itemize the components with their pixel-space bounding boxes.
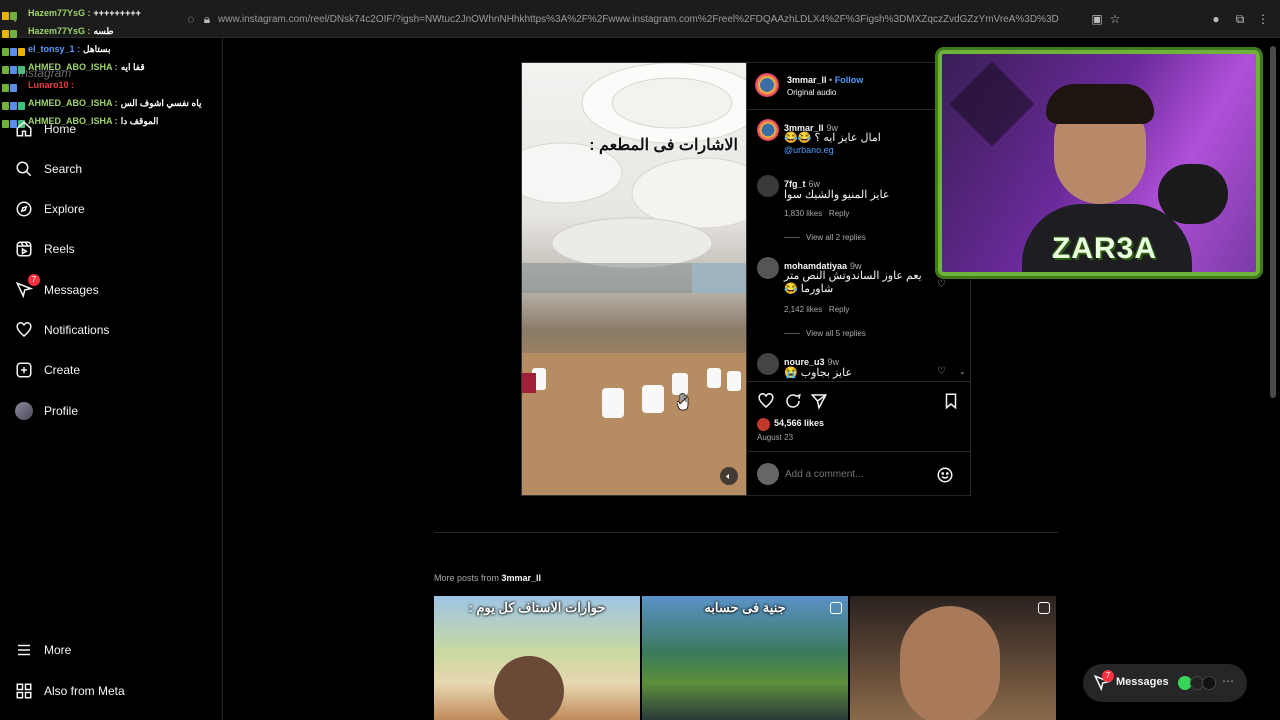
restaurant-floor — [522, 353, 746, 495]
post-header: 3mmar_ll • Follow — [787, 75, 864, 85]
profile-avatar — [14, 401, 34, 421]
sidebar-item-notifications[interactable]: Notifications — [14, 316, 109, 344]
messages-floating-button[interactable]: 7 Messages ⋯ — [1083, 664, 1247, 702]
comment-text: عايز المنيو والشيك سوا — [784, 189, 890, 201]
chat-line: Hazem77YsG : +++++++++ — [0, 4, 230, 22]
section-divider — [434, 532, 1058, 533]
puzzle-icon[interactable]: ⧉ — [1233, 12, 1247, 26]
sidebar-item-create[interactable]: Create — [14, 356, 80, 384]
page-scrollbar[interactable] — [1270, 46, 1276, 398]
like-icon[interactable] — [757, 392, 775, 410]
author-avatar[interactable] — [755, 73, 779, 97]
grid-icon — [14, 681, 34, 701]
caption-text: امال عايز ايه ؟ 😂😂 — [784, 132, 881, 144]
reply-button[interactable]: Reply — [829, 305, 849, 314]
comment-meta: 2,142 likes Reply — [784, 305, 850, 314]
reply-button[interactable]: Reply — [829, 209, 849, 218]
emoji-icon[interactable] — [936, 466, 954, 484]
comment-icon[interactable] — [784, 392, 802, 410]
hamburger-icon — [14, 640, 34, 660]
divider — [747, 451, 971, 452]
likes-count[interactable]: 54,566 likes — [774, 418, 824, 428]
extension-icon[interactable]: ● — [1209, 12, 1223, 26]
comment-like-icon[interactable]: ♡ — [937, 366, 946, 377]
follow-button[interactable]: Follow — [835, 75, 864, 85]
person-figure — [900, 606, 1000, 720]
menu-icon[interactable]: ⋮ — [1256, 12, 1270, 26]
reader-icon[interactable]: ▣ — [1090, 12, 1104, 26]
sidebar-item-more[interactable]: More — [14, 636, 71, 664]
sidebar-item-meta[interactable]: Also from Meta — [14, 677, 125, 705]
address-bar[interactable]: www.instagram.com/reel/DNsk74c2OIF/?igsh… — [218, 14, 1059, 25]
contact-avatar — [1202, 676, 1216, 690]
ceiling-illustration — [522, 63, 746, 293]
sidebar-item-search[interactable]: Search — [14, 155, 82, 183]
more-posts-username[interactable]: 3mmar_ll — [502, 573, 542, 583]
mouse-cursor — [677, 393, 689, 411]
volume-icon[interactable]: 🔈︎ — [720, 467, 738, 485]
post-date: August 23 — [757, 433, 794, 442]
microphone — [1158, 164, 1228, 224]
reel-icon — [830, 602, 842, 614]
reel-video[interactable]: الاشارات فى المطعم : 🔈︎ — [521, 62, 747, 496]
view-replies[interactable]: View all 5 replies — [784, 329, 866, 338]
compass-icon — [14, 199, 34, 219]
person-figure — [494, 656, 564, 720]
caption-mention[interactable]: @urbano.eg — [784, 145, 834, 155]
sidebar-item-messages[interactable]: 7 Messages — [14, 274, 99, 304]
plus-square-icon — [14, 360, 34, 380]
messenger-icon: 7 — [14, 274, 40, 300]
search-icon — [14, 159, 34, 179]
reel-overlay-text: الاشارات فى المطعم : — [589, 137, 738, 154]
my-avatar — [757, 463, 779, 485]
view-replies[interactable]: View all 2 replies — [784, 233, 866, 242]
comment-text: يعم عاوز الساندوتش النص متر شاورما 😂 — [784, 270, 922, 295]
heart-icon — [14, 320, 34, 340]
scroll-down-icon[interactable]: ⌄ — [959, 367, 966, 376]
comment-avatar[interactable] — [757, 175, 779, 197]
sidebar-item-profile[interactable]: Profile — [14, 397, 78, 425]
divider — [747, 381, 971, 382]
messages-badge: 7 — [28, 274, 40, 286]
liker-avatar — [757, 418, 770, 431]
sidebar: Home Search Explore Reels 7 Messages Not… — [0, 38, 223, 720]
more-posts-heading: More posts from 3mmar_ll — [434, 573, 542, 583]
comment-like-icon[interactable]: ♡ — [937, 279, 946, 290]
author-username[interactable]: 3mmar_ll — [787, 75, 827, 85]
comment-meta: 1,830 likes Reply — [784, 209, 850, 218]
sidebar-item-reels[interactable]: Reels — [14, 235, 75, 263]
home-icon — [14, 119, 34, 139]
sidebar-item-home[interactable]: Home — [14, 115, 76, 143]
messages-badge: 7 — [1102, 670, 1114, 682]
bookmark-icon[interactable] — [942, 392, 960, 410]
comment-avatar[interactable] — [757, 257, 779, 279]
audio-label[interactable]: Original audio — [787, 88, 836, 97]
star-icon[interactable]: ☆ — [1108, 12, 1122, 26]
more-post-thumb[interactable]: جنية فى حسابه — [642, 596, 848, 720]
sidebar-item-explore[interactable]: Explore — [14, 195, 85, 223]
comment-avatar[interactable] — [757, 353, 779, 375]
more-post-thumb[interactable]: حوارات الاستاف كل يوم : — [434, 596, 640, 720]
more-post-thumb[interactable] — [850, 596, 1056, 720]
channel-logo: ZAR3A — [1052, 232, 1158, 265]
add-comment-input[interactable] — [785, 466, 925, 482]
comment-text: عايز بجاوب 😭 — [784, 367, 853, 379]
share-icon[interactable] — [810, 392, 828, 410]
caption-avatar[interactable] — [757, 119, 779, 141]
wall-decor — [949, 61, 1035, 147]
reels-icon — [14, 239, 34, 259]
streamer-hair — [1046, 84, 1154, 124]
more-dots-icon[interactable]: ⋯ — [1222, 674, 1234, 688]
reel-icon — [1038, 602, 1050, 614]
streamer-webcam: ZAR3A — [938, 50, 1260, 276]
